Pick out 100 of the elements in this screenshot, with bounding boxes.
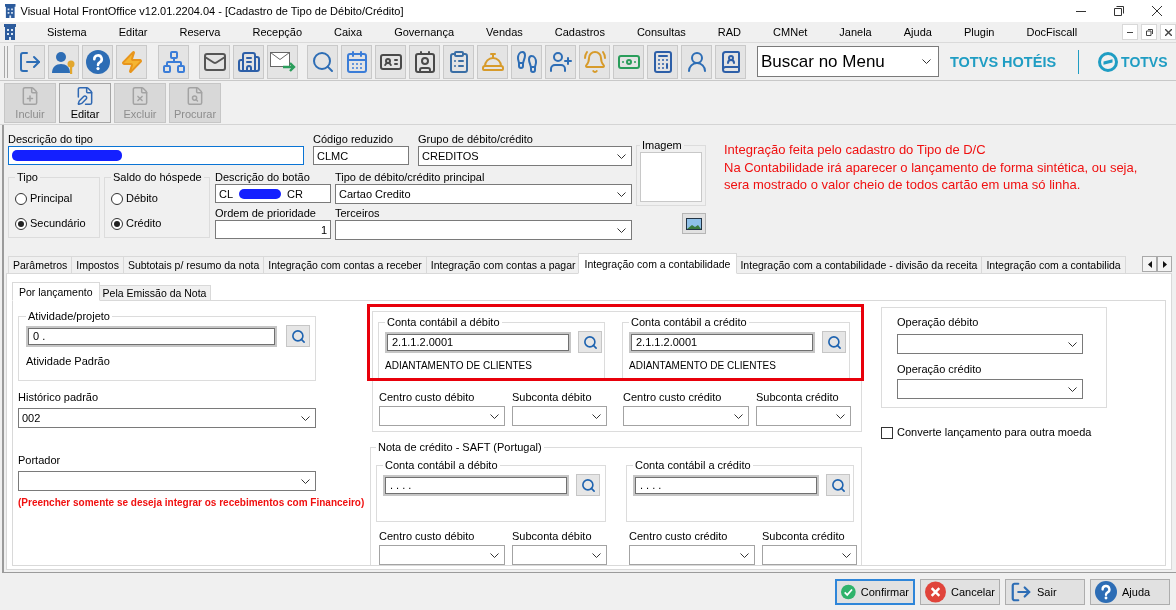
text-field[interactable]: 2.1.1.2.0001: [385, 331, 571, 353]
minimize-button[interactable]: [1122, 24, 1138, 40]
calendar-icon: [344, 49, 369, 74]
combobox[interactable]: [18, 471, 316, 491]
menu-item[interactable]: Janela: [823, 23, 888, 41]
tab[interactable]: Parâmetros: [8, 256, 73, 273]
tab[interactable]: Pela Emissão da Nota: [97, 285, 212, 300]
text-field[interactable]: CL CR: [215, 184, 331, 203]
toolbar-button[interactable]: [14, 44, 45, 79]
combobox[interactable]: Cartao Credito: [335, 184, 632, 204]
chevron-down-icon: [592, 552, 601, 558]
field-label: Descrição do tipo: [8, 133, 94, 146]
chevron-down-icon: [842, 552, 851, 558]
combobox[interactable]: [379, 406, 505, 426]
menu-item[interactable]: DocFiscall: [1010, 23, 1094, 41]
toolbar-button[interactable]: [48, 44, 79, 79]
description-text: ADIANTAMENTO DE CLIENTES: [629, 360, 777, 372]
combobox[interactable]: [897, 334, 1083, 354]
tab[interactable]: Integração com a contabilidade: [577, 253, 738, 274]
search-button[interactable]: [576, 474, 600, 496]
toolbar-button[interactable]: [199, 44, 230, 79]
confirm-button[interactable]: Confirmar: [835, 578, 915, 605]
tab[interactable]: Integração com contas a receber: [263, 256, 427, 273]
exit-button[interactable]: Sair: [1005, 578, 1085, 605]
toolbar-button[interactable]: [307, 44, 338, 79]
restore-button[interactable]: [1141, 24, 1157, 40]
search-button[interactable]: [578, 331, 602, 353]
scroll-left-button[interactable]: [1142, 256, 1157, 272]
help-button[interactable]: Ajuda: [1090, 578, 1170, 605]
combobox[interactable]: [512, 545, 607, 565]
combobox[interactable]: CREDITOS: [418, 146, 632, 166]
menu-item[interactable]: Plugin: [947, 23, 1011, 41]
search-button[interactable]: [286, 325, 310, 347]
menu-item[interactable]: Cadastros: [538, 23, 621, 41]
menu-item[interactable]: Governança: [378, 23, 471, 41]
combobox[interactable]: [897, 379, 1083, 399]
text-field[interactable]: . . . .: [633, 474, 819, 496]
radio-button[interactable]: Principal: [15, 192, 99, 205]
chevron-down-icon: [617, 191, 626, 197]
text-field[interactable]: [8, 146, 304, 165]
tab[interactable]: Integração com contas a pagar: [425, 256, 581, 273]
combobox[interactable]: [512, 406, 607, 426]
toolbar-grip[interactable]: [4, 45, 8, 78]
search-button[interactable]: [822, 331, 846, 353]
combobox[interactable]: [335, 220, 632, 240]
tab[interactable]: Impostos: [71, 256, 124, 273]
toolbar-button[interactable]: [715, 44, 746, 79]
hotel-icon: [5, 4, 16, 18]
menu-item[interactable]: RAD: [701, 23, 758, 41]
combobox[interactable]: [756, 406, 851, 426]
combobox[interactable]: [623, 406, 749, 426]
toolbar-button[interactable]: [681, 44, 712, 79]
field-label: Código reduzido: [313, 133, 395, 146]
menu-item[interactable]: Vendas: [470, 23, 539, 41]
menu-item[interactable]: Caixa: [318, 23, 379, 41]
menu-item[interactable]: Sistema: [31, 23, 103, 41]
cancel-button[interactable]: Cancelar: [920, 578, 1000, 605]
toolbar-button[interactable]: [233, 44, 264, 79]
tab[interactable]: Subtotais p/ resumo da nota: [122, 256, 265, 273]
menu-item[interactable]: CMNet: [757, 23, 824, 41]
search-icon: [290, 328, 306, 344]
combobox[interactable]: [762, 545, 857, 565]
toolbar-button[interactable]: [158, 44, 189, 79]
scroll-right-button[interactable]: [1157, 256, 1172, 272]
text-field[interactable]: . . . .: [383, 474, 569, 496]
menu-item[interactable]: Reserva: [163, 23, 237, 41]
combobox[interactable]: 002: [18, 408, 316, 428]
tab[interactable]: Integração com a contabilidade - divisão da receita: [735, 256, 983, 273]
text-field[interactable]: 2.1.1.2.0001: [629, 331, 815, 353]
search-button[interactable]: [826, 474, 850, 496]
toolbar-button[interactable]: [267, 44, 298, 79]
image-button[interactable]: [682, 213, 706, 234]
menu-search-combobox[interactable]: Buscar no Menu: [757, 46, 939, 77]
menu-item[interactable]: Consultas: [620, 23, 702, 41]
toolbar-button[interactable]: [409, 44, 440, 79]
group-label: Nota de crédito - SAFT (Portugal): [377, 441, 543, 454]
combobox[interactable]: [379, 545, 505, 565]
toolbar-button[interactable]: [545, 44, 576, 79]
text-field[interactable]: 1: [215, 220, 331, 239]
toolbar-button[interactable]: [511, 44, 542, 79]
toolbar-button[interactable]: [341, 44, 372, 79]
tab[interactable]: Por lançamento: [12, 282, 100, 301]
tab[interactable]: Integração com a contabilida: [981, 256, 1126, 273]
toolbar-button[interactable]: [647, 44, 678, 79]
menu-item[interactable]: Editar: [102, 23, 164, 41]
edit-button[interactable]: Editar: [59, 82, 111, 123]
close-button[interactable]: [1160, 24, 1176, 40]
text-field[interactable]: 0 .: [26, 325, 277, 347]
toolbar-button[interactable]: [82, 44, 113, 79]
toolbar-button[interactable]: [375, 44, 406, 79]
radio-button[interactable]: Secundário: [15, 217, 99, 230]
radio-button[interactable]: Débito: [111, 192, 209, 205]
toolbar-button[interactable]: [443, 44, 474, 79]
user-key-icon: [51, 49, 76, 74]
menu-item[interactable]: Ajuda: [887, 23, 948, 41]
checkbox[interactable]: Converte lançamento para outra moeda: [881, 426, 1092, 439]
text-field[interactable]: CLMC: [313, 146, 409, 165]
combobox[interactable]: [629, 545, 755, 565]
menu-item[interactable]: Recepção: [236, 23, 318, 41]
radio-button[interactable]: Crédito: [111, 217, 209, 230]
